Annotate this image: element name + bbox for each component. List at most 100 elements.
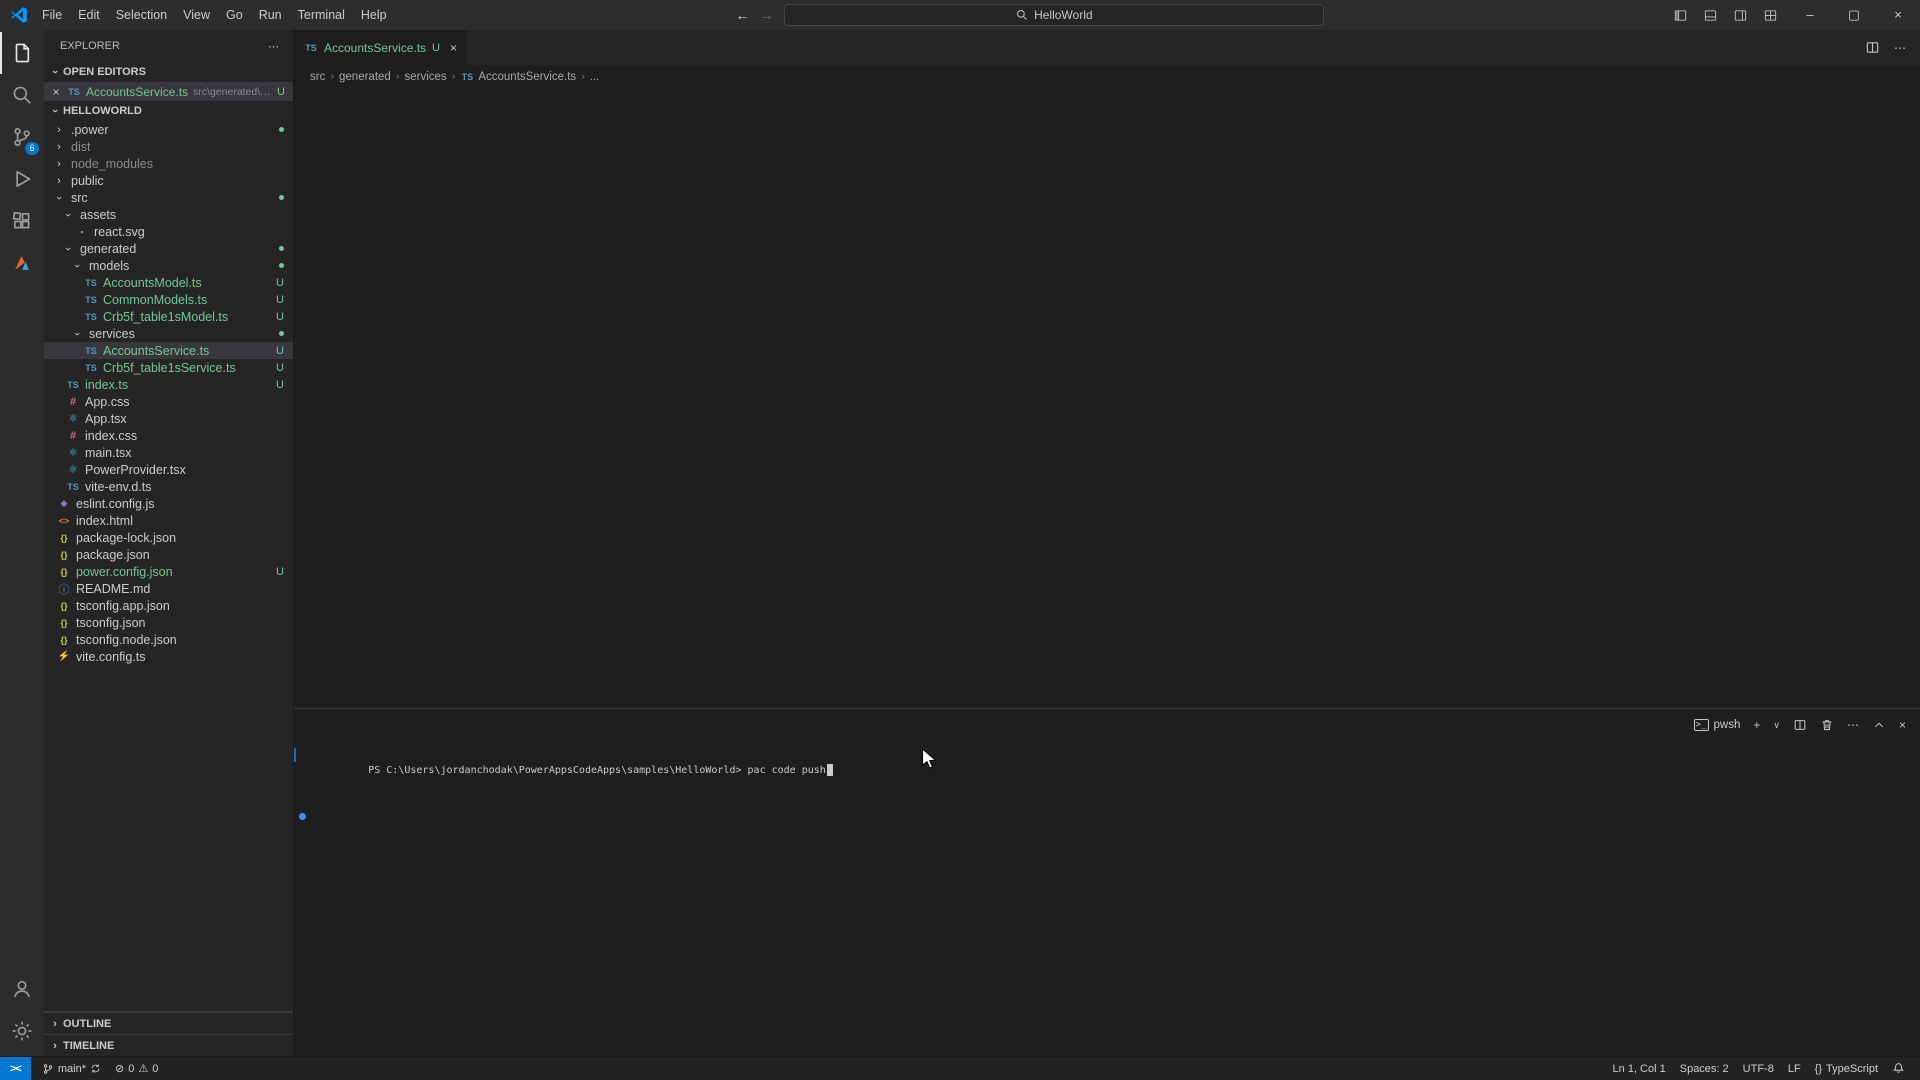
file-item-package-lock-json[interactable]: {}package-lock.json (44, 529, 293, 546)
forward-button[interactable]: → (759, 0, 773, 30)
menu-selection[interactable]: Selection (108, 0, 175, 30)
menu-edit[interactable]: Edit (70, 0, 108, 30)
file-item-accountsmodel-ts[interactable]: TSAccountsModel.tsU (44, 274, 293, 291)
folder-item-generated[interactable]: ›generated (44, 240, 293, 257)
file-item-commonmodels-ts[interactable]: TSCommonModels.tsU (44, 291, 293, 308)
file-item-crb5f-table1sservice-ts[interactable]: TSCrb5f_table1sService.tsU (44, 359, 293, 376)
indentation-item[interactable]: Spaces: 2 (1673, 1057, 1736, 1080)
breadcrumb-generated[interactable]: generated (339, 71, 391, 83)
problems-status-item[interactable]: ⊘ 0 ⚠ 0 (108, 1057, 165, 1080)
breadcrumb-src[interactable]: src (310, 71, 325, 83)
maximize-panel-icon[interactable] (1872, 718, 1886, 732)
cursor-position-item[interactable]: Ln 1, Col 1 (1606, 1057, 1673, 1080)
close-icon[interactable]: × (450, 41, 457, 55)
file-item-package-json[interactable]: {}package.json (44, 546, 293, 563)
file-item-tsconfig-app-json[interactable]: {}tsconfig.app.json (44, 597, 293, 614)
file-item-app-tsx[interactable]: ⚛App.tsx (44, 410, 293, 427)
run-debug-icon[interactable] (0, 158, 44, 200)
menu-go[interactable]: Go (218, 0, 251, 30)
split-editor-icon[interactable] (1865, 40, 1880, 55)
timeline-header[interactable]: › TIMELINE (44, 1034, 293, 1056)
customize-layout-icon[interactable] (1756, 0, 1784, 30)
git-status-badge: U (276, 294, 284, 306)
settings-gear-icon[interactable] (0, 1010, 44, 1052)
encoding-item[interactable]: UTF-8 (1736, 1057, 1781, 1080)
file-item-accountsservice-ts[interactable]: TSAccountsService.tsU (44, 342, 293, 359)
folder-item-assets[interactable]: ›assets (44, 206, 293, 223)
folder-item-public[interactable]: ›public (44, 172, 293, 189)
close-panel-icon[interactable]: × (1899, 718, 1906, 732)
file-item-crb5f-table1smodel-ts[interactable]: TSCrb5f_table1sModel.tsU (44, 308, 293, 325)
close-icon[interactable]: × (50, 85, 62, 99)
toggle-panel-icon[interactable] (1696, 0, 1724, 30)
open-editor-item[interactable]: × TS AccountsService.ts src\generated\se… (44, 82, 293, 101)
terminal-dropdown-icon[interactable]: ∨ (1773, 720, 1780, 731)
file-item-app-css[interactable]: #App.css (44, 393, 293, 410)
folder-item-node-modules[interactable]: ›node_modules (44, 155, 293, 172)
menu-help[interactable]: Help (353, 0, 395, 30)
branch-status-item[interactable]: main* (35, 1057, 108, 1080)
file-item-tsconfig-json[interactable]: {}tsconfig.json (44, 614, 293, 631)
close-button[interactable]: × (1876, 0, 1920, 30)
git-decorations: U (276, 345, 284, 357)
folder-item-models[interactable]: ›models (44, 257, 293, 274)
menu-file[interactable]: File (34, 0, 70, 30)
terminal-profile[interactable]: >_ pwsh (1694, 719, 1741, 731)
breadcrumb-[interactable]: ... (590, 71, 600, 83)
maximize-button[interactable]: ▢ (1832, 0, 1876, 30)
code-content[interactable] (348, 88, 1920, 708)
file-item-power-config-json[interactable]: {}power.config.jsonU (44, 563, 293, 580)
title-bar: FileEditSelectionViewGoRunTerminalHelp ←… (0, 0, 1920, 30)
open-editors-header[interactable]: › OPEN EDITORS (44, 62, 293, 82)
extensions-icon[interactable] (0, 200, 44, 242)
toggle-secondary-sidebar-icon[interactable] (1726, 0, 1754, 30)
file-item-eslint-config-js[interactable]: ◆eslint.config.js (44, 495, 293, 512)
file-item-index-html[interactable]: <>index.html (44, 512, 293, 529)
power-platform-icon[interactable] (0, 242, 44, 284)
editor-more-actions-icon[interactable]: ⋯ (1894, 41, 1906, 55)
notifications-bell-item[interactable] (1885, 1057, 1912, 1080)
breadcrumb-services[interactable]: services (404, 71, 446, 83)
command-center-search[interactable]: HelloWorld (784, 4, 1324, 26)
account-icon[interactable] (0, 968, 44, 1010)
file-item-index-ts[interactable]: TSindex.tsU (44, 376, 293, 393)
toggle-sidebar-icon[interactable] (1666, 0, 1694, 30)
file-item-tsconfig-node-json[interactable]: {}tsconfig.node.json (44, 631, 293, 648)
code-editor[interactable] (294, 88, 1920, 708)
menu-terminal[interactable]: Terminal (290, 0, 353, 30)
split-terminal-icon[interactable] (1793, 718, 1807, 732)
file-item-react-svg[interactable]: ▪react.svg (44, 223, 293, 240)
panel-more-actions-icon[interactable]: ⋯ (1847, 718, 1859, 732)
folder-item-power[interactable]: ›.power (44, 121, 293, 138)
new-terminal-icon[interactable]: + (1753, 718, 1760, 732)
folder-item-src[interactable]: ›src (44, 189, 293, 206)
search-view-icon[interactable] (0, 74, 44, 116)
explorer-icon[interactable] (0, 32, 44, 74)
file-item-main-tsx[interactable]: ⚛main.tsx (44, 444, 293, 461)
file-item-index-css[interactable]: #index.css (44, 427, 293, 444)
modified-dot (279, 263, 284, 268)
breadcrumb-accountsservice-ts[interactable]: TSAccountsService.ts (460, 71, 576, 83)
folder-item-services[interactable]: ›services (44, 325, 293, 342)
remote-indicator[interactable]: >< (0, 1057, 31, 1080)
terminal-output[interactable]: PS C:\Users\jordanchodak\PowerAppsCodeAp… (294, 741, 1920, 1056)
terminal-command-line[interactable]: PS C:\Users\jordanchodak\PowerAppsCodeAp… (294, 747, 1920, 795)
minimize-button[interactable]: – (1788, 0, 1832, 30)
back-button[interactable]: ← (735, 0, 749, 30)
folder-item-dist[interactable]: ›dist (44, 138, 293, 155)
file-item-readme-md[interactable]: ⓘREADME.md (44, 580, 293, 597)
tab-accountsservice[interactable]: TS AccountsService.ts U × (294, 30, 468, 65)
workspace-header[interactable]: › HELLOWORLD (44, 101, 293, 121)
outline-header[interactable]: › OUTLINE (44, 1012, 293, 1034)
file-item-vite-config-ts[interactable]: ⚡vite.config.ts (44, 648, 293, 665)
source-control-icon[interactable]: 6 (0, 116, 44, 158)
explorer-more-actions-icon[interactable]: ⋯ (268, 40, 279, 53)
menu-view[interactable]: View (175, 0, 218, 30)
menu-run[interactable]: Run (251, 0, 290, 30)
outline-label: OUTLINE (63, 1018, 111, 1030)
file-item-vite-env-d-ts[interactable]: TSvite-env.d.ts (44, 478, 293, 495)
file-item-powerprovider-tsx[interactable]: ⚛PowerProvider.tsx (44, 461, 293, 478)
language-mode-item[interactable]: {} TypeScript (1808, 1057, 1885, 1080)
eol-item[interactable]: LF (1781, 1057, 1808, 1080)
kill-terminal-trash-icon[interactable] (1820, 718, 1834, 732)
